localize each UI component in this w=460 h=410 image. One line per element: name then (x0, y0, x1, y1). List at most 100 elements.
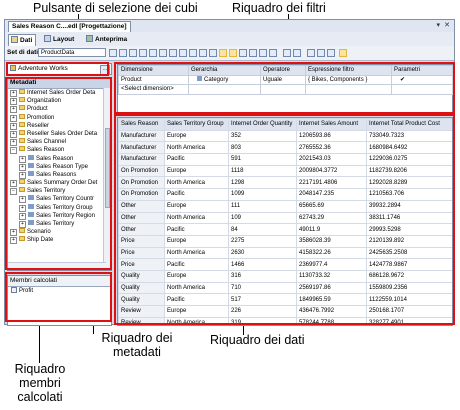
data-cell[interactable]: 591 (228, 153, 297, 166)
data-row[interactable]: Price Pacific 1466 2369977.4 1424778.9867 (118, 258, 452, 271)
data-header-cell[interactable]: Sales Territory Group (164, 118, 229, 131)
data-row[interactable]: Other North America 109 62743.29 38311.1746 (118, 211, 452, 225)
expand-icon[interactable]: + (19, 163, 26, 171)
expand-icon[interactable]: + (19, 212, 26, 220)
mdx-mode-icon[interactable] (339, 49, 347, 57)
data-row-header-cell[interactable]: Quality (118, 281, 165, 295)
calculated-member-item[interactable]: Profit (8, 287, 111, 296)
data-row-header-cell[interactable]: Price (118, 234, 165, 248)
metadata-tree-item[interactable]: + Promotion (8, 113, 111, 122)
data-cell[interactable]: 2569197.86 (296, 281, 367, 295)
tab-anteprima[interactable]: Anteprima (84, 34, 130, 45)
data-cell[interactable]: Europe (164, 199, 229, 213)
scrollbar-thumb[interactable] (105, 128, 110, 208)
calc-member-icon[interactable] (179, 49, 187, 57)
data-header-cell[interactable]: Sales Reason (118, 118, 165, 131)
expand-icon[interactable]: + (10, 90, 17, 97)
data-cell[interactable]: Pacific (164, 153, 229, 166)
mark-icon[interactable] (327, 49, 335, 57)
expand-icon[interactable]: + (10, 114, 17, 122)
data-cell[interactable]: 2048147.235 (296, 188, 367, 201)
select-dimension-cell[interactable]: <Select dimension> (118, 84, 189, 95)
data-cell[interactable]: Pacific (164, 188, 229, 201)
metadata-tree-item[interactable]: − Sales Reason (8, 146, 111, 155)
data-cell[interactable]: 1210563.706 (366, 188, 452, 201)
data-row[interactable]: On Promotion Europe 1118 2009804.3772 118273… (118, 164, 452, 178)
data-cell[interactable]: 352 (228, 129, 297, 143)
data-row[interactable]: Review North America 319 578244.7788 328277.… (118, 316, 452, 325)
tab-layout[interactable]: Layout (42, 34, 77, 45)
dataset-select[interactable]: ProductData (38, 48, 106, 57)
data-row[interactable]: Review Europe 226 436476.7992 250168.1707 (118, 305, 452, 318)
data-cell[interactable]: 316 (228, 269, 297, 283)
metadata-tree-item[interactable]: + Sales Reasons (8, 170, 111, 179)
cancel-query-icon[interactable] (239, 49, 247, 57)
data-cell[interactable]: 2217191.4806 (296, 176, 367, 190)
dropdown-icon[interactable]: ▾ (436, 21, 440, 31)
data-cell[interactable]: Europe (164, 305, 229, 318)
data-cell[interactable]: 4158322.26 (296, 246, 367, 260)
metadata-tree-item[interactable]: + Sales Channel (8, 138, 111, 147)
data-row-header-cell[interactable]: Price (118, 258, 165, 271)
data-cell[interactable]: 733049.7323 (366, 129, 452, 143)
cube-selector-button[interactable]: ... (100, 65, 110, 75)
expand-icon[interactable]: + (10, 130, 17, 138)
refresh-fields-icon[interactable] (149, 49, 157, 57)
data-cell[interactable]: 1099 (228, 188, 297, 201)
data-row-header-cell[interactable]: Quality (118, 269, 165, 283)
expand-icon[interactable]: + (10, 180, 17, 188)
show-empty-cells-icon[interactable] (229, 49, 237, 57)
data-cell[interactable]: 803 (228, 141, 297, 155)
data-row[interactable]: Manufacturer Europe 352 1206593.86 733049.73… (118, 129, 452, 143)
more-options-icon[interactable] (109, 49, 117, 57)
filter-expression-cell[interactable]: { Bikes, Components } (305, 74, 392, 85)
filter-toggle-icon[interactable] (169, 49, 177, 57)
expand-icon[interactable]: + (19, 155, 26, 163)
data-row[interactable]: On Promotion North America 1298 2217191.480… (118, 176, 452, 190)
execute-icon[interactable] (317, 49, 325, 57)
data-cell[interactable]: 436476.7992 (296, 305, 367, 318)
expand-icon[interactable]: + (10, 122, 17, 130)
data-cell[interactable]: North America (164, 176, 229, 190)
data-cell[interactable]: 1182739.8206 (366, 164, 452, 178)
expand-icon[interactable]: + (19, 221, 26, 228)
filter-hierarchy-cell[interactable]: Category (188, 74, 261, 85)
data-cell[interactable]: 1206593.86 (296, 129, 367, 143)
metadata-horizontal-scrollbar[interactable] (8, 262, 106, 270)
data-cell[interactable]: 226 (228, 305, 297, 318)
metadata-tree-item[interactable]: + Sales Territory Region (8, 211, 111, 220)
data-cell[interactable]: 65665.69 (296, 199, 367, 213)
metadata-tree-item[interactable]: + Sales Reason (8, 154, 111, 163)
close-icon[interactable]: ✕ (444, 21, 450, 31)
data-row-header-cell[interactable]: Manufacturer (118, 141, 165, 155)
metadata-vertical-scrollbar[interactable] (103, 88, 111, 270)
data-cell[interactable]: 39932.2894 (366, 199, 452, 213)
data-row-header-cell[interactable]: Other (118, 211, 165, 225)
metadata-tree-item[interactable]: + Organization (8, 97, 111, 106)
metadata-tree-item[interactable]: − Sales Territory (8, 187, 111, 196)
data-row-header-cell[interactable]: Quality (118, 293, 165, 306)
data-cell[interactable]: Pacific (164, 258, 229, 271)
data-cell[interactable]: 1680984.6492 (366, 141, 452, 155)
delete-icon[interactable] (293, 49, 301, 57)
expand-icon[interactable]: + (10, 98, 17, 106)
filter-dimension-cell[interactable]: Product (118, 74, 189, 85)
data-cell[interactable]: North America (164, 141, 229, 155)
data-cell[interactable]: 2630 (228, 246, 297, 260)
expand-icon[interactable]: + (19, 204, 26, 212)
filter-parameters-checkbox[interactable]: ✔ (391, 74, 453, 85)
data-row-header-cell[interactable]: Price (118, 246, 165, 260)
design-mode-icon[interactable] (209, 49, 217, 57)
data-row-header-cell[interactable]: Other (118, 199, 165, 213)
data-cell[interactable]: 319 (228, 316, 297, 325)
collapse-icon[interactable]: − (10, 147, 17, 155)
data-cell[interactable]: 62743.29 (296, 211, 367, 225)
data-cell[interactable]: 1229036.0275 (366, 153, 452, 166)
expand-icon[interactable]: + (19, 171, 26, 179)
query-params-icon[interactable] (269, 49, 277, 57)
data-cell[interactable]: 1298 (228, 176, 297, 190)
data-cell[interactable]: 1466 (228, 258, 297, 271)
cube-icon[interactable] (259, 49, 267, 57)
auto-execute-icon[interactable] (219, 49, 227, 57)
data-cell[interactable]: 1122559.1014 (366, 293, 452, 306)
